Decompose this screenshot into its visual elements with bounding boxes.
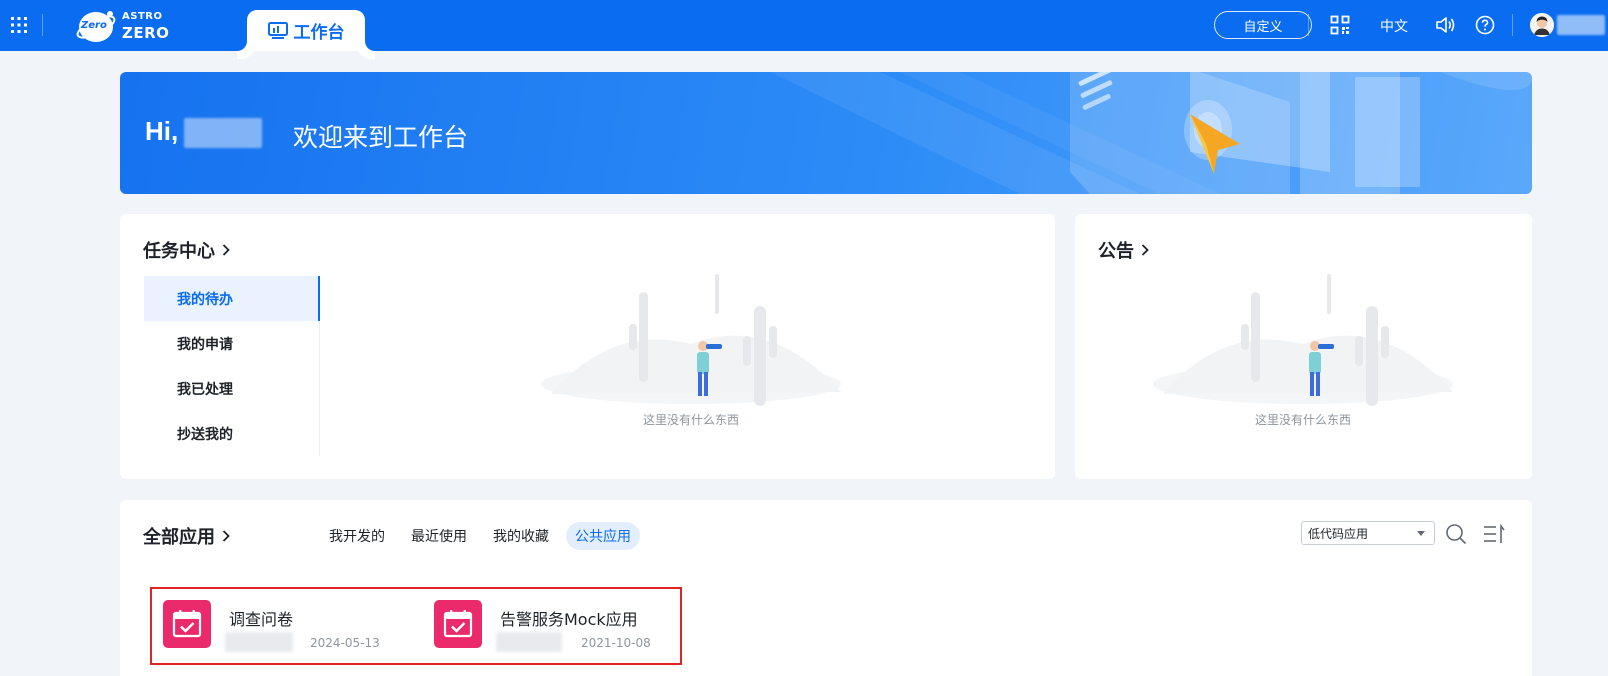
chevron-down-icon	[1417, 531, 1425, 536]
task-empty-text: 这里没有什么东西	[642, 413, 739, 427]
all-apps-card: 全部应用 我开发的 最近使用 我的收藏 公共应用 低代码应用 调查问卷 2024…	[120, 500, 1532, 676]
task-center-card: 任务中心 我的待办 我的申请 我已处理 抄送我的 这里没有什么东西	[120, 214, 1055, 479]
task-nav-cc[interactable]: 抄送我的	[144, 411, 320, 456]
task-center-title[interactable]: 任务中心	[143, 237, 231, 263]
chevron-right-icon	[222, 244, 230, 256]
app-date: 2021-10-08	[581, 636, 651, 650]
avatar[interactable]	[1530, 13, 1554, 37]
app-owner-redacted	[496, 632, 562, 652]
logo-text-small: ASTRO	[122, 11, 163, 22]
top-bar: Zero ASTRO ZERO 工作台 自定义 中文	[0, 0, 1608, 51]
empty-desert-icon	[1153, 274, 1453, 406]
app-icon	[434, 600, 482, 648]
sort-icon[interactable]	[1483, 523, 1505, 545]
task-nav: 我的待办 我的申请 我已处理 抄送我的	[144, 276, 320, 456]
qr-code-icon[interactable]	[1330, 15, 1350, 35]
app-icon	[163, 600, 211, 648]
announcement-empty-state: 这里没有什么东西	[1143, 274, 1463, 427]
announcement-card: 公告 这里没有什么东西	[1075, 214, 1532, 479]
chevron-right-icon	[222, 530, 230, 542]
tab-my-developed[interactable]: 我开发的	[320, 522, 394, 550]
calendar-check-icon	[443, 610, 473, 638]
app-list-highlight: 调查问卷 2024-05-13 告警服务Mock应用 2021-10-08	[150, 587, 682, 665]
language-switch[interactable]: 中文	[1380, 16, 1408, 36]
dashboard-icon	[267, 21, 288, 39]
tab-recent[interactable]: 最近使用	[402, 522, 476, 550]
app-type-select-value: 低代码应用	[1308, 526, 1369, 541]
tab-favorites[interactable]: 我的收藏	[484, 522, 558, 550]
tab-workbench[interactable]: 工作台	[247, 10, 365, 51]
task-center-title-text: 任务中心	[143, 241, 215, 262]
customize-button[interactable]: 自定义	[1214, 11, 1312, 39]
logo-text-big: ZERO	[122, 24, 170, 42]
announcement-title[interactable]: 公告	[1098, 237, 1150, 263]
search-icon[interactable]	[1445, 523, 1467, 545]
divider	[42, 14, 43, 36]
astro-zero-logo[interactable]: Zero ASTRO ZERO	[76, 7, 196, 45]
banner-illustration-icon	[1070, 72, 1532, 194]
speaker-icon[interactable]	[1435, 15, 1455, 35]
task-nav-todo[interactable]: 我的待办	[144, 276, 320, 321]
app-owner-redacted	[225, 632, 293, 652]
app-tabs: 我开发的 最近使用 我的收藏 公共应用	[320, 522, 640, 550]
tab-workbench-label: 工作台	[293, 23, 345, 42]
app-item[interactable]: 告警服务Mock应用 2021-10-08	[423, 600, 693, 656]
task-empty-state: 这里没有什么东西	[531, 274, 851, 427]
divider	[1512, 14, 1513, 36]
announcement-empty-text: 这里没有什么东西	[1254, 413, 1351, 427]
user-avatar-icon	[1530, 13, 1554, 37]
task-nav-processed[interactable]: 我已处理	[144, 366, 320, 411]
app-name: 告警服务Mock应用	[500, 610, 638, 629]
app-grid-icon[interactable]	[10, 16, 28, 34]
help-icon[interactable]	[1475, 15, 1495, 35]
tab-public-apps[interactable]: 公共应用	[566, 522, 640, 550]
user-name-redacted[interactable]	[1557, 15, 1605, 35]
empty-desert-icon	[541, 274, 841, 406]
app-item[interactable]: 调查问卷 2024-05-13	[152, 600, 422, 656]
app-name: 调查问卷	[229, 610, 294, 629]
banner-greeting: Hi,	[145, 116, 179, 146]
banner-welcome-text: 欢迎来到工作台	[293, 123, 469, 152]
app-type-select[interactable]: 低代码应用	[1301, 521, 1435, 545]
calendar-check-icon	[172, 610, 202, 638]
announcement-title-text: 公告	[1098, 241, 1134, 262]
all-apps-title-text: 全部应用	[143, 527, 215, 548]
app-date: 2024-05-13	[310, 636, 380, 650]
divider	[1308, 14, 1309, 36]
welcome-banner: Hi, 欢迎来到工作台	[120, 72, 1532, 194]
chevron-right-icon	[1141, 244, 1149, 256]
logo-badge-text: Zero	[81, 20, 107, 31]
all-apps-title[interactable]: 全部应用	[143, 523, 231, 549]
task-nav-applied[interactable]: 我的申请	[144, 321, 320, 366]
user-name-redacted	[184, 118, 262, 148]
